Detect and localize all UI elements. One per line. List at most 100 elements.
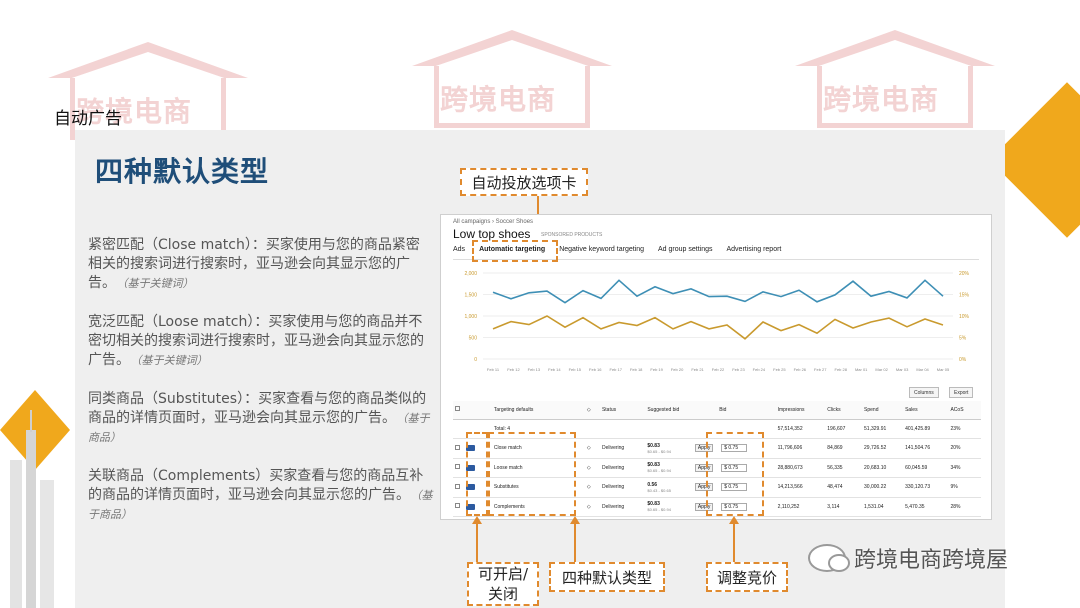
row-clicks: 84,869: [825, 438, 863, 459]
col-acos[interactable]: ACoS: [948, 401, 981, 420]
description-complements: 关联商品（Complements）买家查看与您的商品互补的商品的详情页面时，亚马…: [88, 467, 433, 524]
arrow-up-icon: [729, 516, 739, 524]
row-sales: 330,120.73: [903, 477, 949, 498]
arrow-up-icon: [472, 516, 482, 524]
row-spend: 1,531.04: [862, 497, 904, 517]
x-tick-label: Mar 05: [937, 367, 950, 372]
row-impressions: 14,213,566: [775, 477, 826, 498]
highlight-bids: [706, 432, 764, 516]
x-tick-label: Feb 27: [814, 367, 827, 372]
tab-ad-group-settings[interactable]: Ad group settings: [658, 246, 712, 258]
x-tick-label: Feb 16: [589, 367, 602, 372]
callout-connector: [476, 524, 478, 562]
arrow-up-icon: [570, 516, 580, 524]
x-tick-label: Feb 28: [835, 367, 848, 372]
callout-types: 四种默认类型: [549, 562, 665, 592]
x-tick-label: Feb 20: [671, 367, 684, 372]
columns-button[interactable]: Columns: [909, 387, 939, 398]
x-tick-label: Feb 18: [630, 367, 643, 372]
col-impressions[interactable]: Impressions: [775, 401, 826, 420]
row-checkbox[interactable]: [455, 464, 460, 470]
suggested-range: $0.65 - $0.94: [647, 468, 671, 474]
brand-name: 跨境电商跨境屋: [854, 548, 1009, 573]
row-impressions: 11,796,606: [775, 438, 826, 459]
row-spend: 20,683.10: [862, 458, 904, 478]
description-heading: 同类商品（Substitutes）: [88, 391, 245, 407]
highlight-types: [488, 432, 576, 516]
y-tick-label-right: 0%: [959, 357, 967, 363]
y-tick-label: 1,500: [464, 293, 477, 299]
row-sales: 141,504.76: [903, 438, 949, 459]
table-header-row: Targeting defaults ◇ Status Suggested bi…: [453, 401, 981, 420]
x-tick-label: Feb 22: [712, 367, 725, 372]
x-tick-label: Feb 14: [548, 367, 561, 372]
x-tick-label: Mar 01: [855, 367, 868, 372]
row-checkbox[interactable]: [455, 503, 460, 509]
total-spend: 51,329.91: [862, 419, 904, 439]
col-status[interactable]: Status: [599, 401, 646, 420]
tab-advertising-report[interactable]: Advertising report: [727, 246, 782, 258]
callout-auto-tab: 自动投放选项卡: [460, 168, 588, 196]
row-clicks: 3,114: [825, 497, 863, 517]
brand-watermark: 跨境电商跨境屋: [808, 542, 1008, 574]
callout-connector: [574, 524, 576, 562]
callout-toggle: 可开启/关闭: [467, 562, 539, 606]
row-sales: 60,045.59: [903, 458, 949, 478]
x-tick-label: Feb 15: [569, 367, 582, 372]
col-suggested-bid[interactable]: Suggested bid: [645, 401, 693, 420]
description-heading: 紧密匹配（Close match）: [88, 237, 252, 253]
col-spend[interactable]: Spend: [862, 401, 904, 420]
watermark-house: 跨境电商: [795, 30, 995, 130]
total-impressions: 57,514,352: [775, 419, 826, 439]
x-tick-label: Feb 25: [773, 367, 786, 372]
col-targeting[interactable]: Targeting defaults: [491, 401, 585, 420]
total-sales: 401,425.89: [903, 419, 949, 439]
row-sales: 5,470.35: [903, 497, 949, 517]
col-bid[interactable]: Bid: [717, 401, 750, 420]
row-clicks: 48,474: [825, 477, 863, 498]
campaign-subtitle: SPONSORED PRODUCTS: [541, 232, 603, 238]
description-heading: 宽泛匹配（Loose match）: [88, 314, 255, 330]
callout-bid: 调整竞价: [706, 562, 788, 592]
row-checkbox[interactable]: [455, 444, 460, 450]
wechat-icon: [808, 544, 850, 572]
performance-chart: 2,000 20% 1,500 15% 1,000 10% 500 5% 0 0% Feb 11 Fe…: [464, 271, 970, 372]
y-tick-label-right: 10%: [959, 314, 970, 320]
x-tick-label: Feb 19: [650, 367, 663, 372]
y-tick-label: 0: [474, 357, 477, 363]
row-status: Delivering: [599, 438, 646, 459]
tab-ads[interactable]: Ads: [453, 246, 465, 258]
x-tick-label: Mar 03: [896, 367, 909, 372]
row-clicks: 56,335: [825, 458, 863, 478]
y-tick-label-right: 20%: [959, 271, 970, 277]
y-tick-label-right: 15%: [959, 293, 970, 299]
row-impressions: 28,880,673: [775, 458, 826, 478]
x-tick-label: Feb 12: [507, 367, 520, 372]
x-tick-label: Feb 17: [610, 367, 623, 372]
col-sales[interactable]: Sales: [903, 401, 949, 420]
slide-label: 自动广告: [54, 109, 122, 129]
suggested-range: $0.65 - $0.94: [647, 448, 671, 454]
watermark-text: 跨境电商: [823, 83, 940, 116]
y-tick-label: 2,000: [464, 271, 477, 277]
x-tick-label: Mar 04: [916, 367, 929, 372]
row-spend: 29,726.52: [862, 438, 904, 459]
description-note: （基于关键词）: [122, 277, 194, 290]
x-tick-label: Feb 24: [753, 367, 766, 372]
row-impressions: 2,110,252: [775, 497, 826, 517]
description-heading: 关联商品（Complements）: [88, 468, 270, 484]
col-clicks[interactable]: Clicks: [825, 401, 863, 420]
suggested-range: $0.65 - $0.94: [647, 507, 671, 513]
skyline-illustration: [0, 390, 70, 608]
row-status: Delivering: [599, 458, 646, 478]
row-checkbox[interactable]: [455, 483, 460, 489]
watermark-house: 跨境电商: [412, 30, 612, 130]
select-all-checkbox[interactable]: [455, 406, 460, 412]
campaign-title: Low top shoes: [453, 227, 531, 241]
series-line-2: [492, 315, 944, 340]
tab-negative-keyword-targeting[interactable]: Negative keyword targeting: [559, 246, 644, 258]
series-line-1: [492, 279, 944, 304]
row-acos: 9%: [948, 477, 981, 498]
row-status: Delivering: [599, 477, 646, 498]
export-button[interactable]: Export: [949, 387, 974, 398]
